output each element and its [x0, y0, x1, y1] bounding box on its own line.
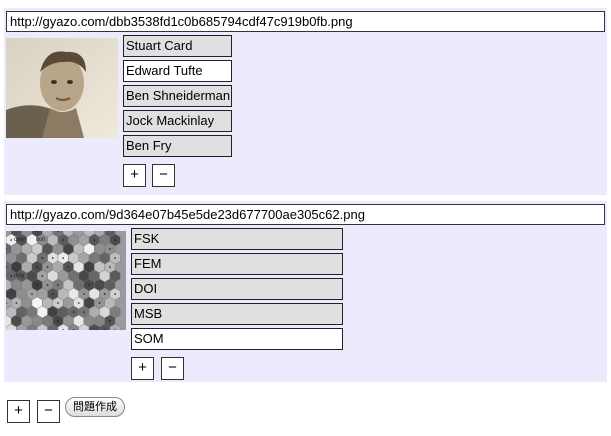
list-item[interactable]: FSK [131, 228, 343, 250]
remove-item-button[interactable]: − [161, 357, 184, 380]
list-item[interactable]: Ben Shneiderman [123, 85, 232, 107]
list-item[interactable]: SOM [131, 328, 343, 350]
list-item[interactable]: DOI [131, 278, 343, 300]
thumb-label: dog [14, 273, 25, 279]
thumb-label: cow [14, 237, 25, 243]
remove-item-button[interactable]: − [152, 164, 175, 187]
question-block-1: http://gyazo.com/dbb3538fd1c0b685794cdf4… [4, 8, 607, 195]
som-map-image: cow lion dog [6, 231, 126, 330]
thumb-label: lion [36, 237, 46, 243]
list-item[interactable]: Ben Fry [123, 135, 232, 157]
portrait-image [6, 38, 118, 138]
question-block-2: http://gyazo.com/9d364e07b45e5de23d67770… [4, 201, 607, 382]
add-item-button[interactable]: + [131, 357, 154, 380]
add-question-button[interactable]: + [7, 400, 30, 423]
list-item[interactable]: MSB [131, 303, 343, 325]
list-item[interactable]: Stuart Card [123, 35, 232, 57]
list-item[interactable]: Jock Mackinlay [123, 110, 232, 132]
list-item[interactable]: FEM [131, 253, 343, 275]
image-url-field[interactable]: http://gyazo.com/dbb3538fd1c0b685794cdf4… [6, 11, 605, 32]
image-url-field[interactable]: http://gyazo.com/9d364e07b45e5de23d67770… [6, 204, 605, 225]
add-item-button[interactable]: + [123, 164, 146, 187]
list-item[interactable]: Edward Tufte [123, 60, 232, 82]
create-quiz-button[interactable]: 問題作成 [65, 397, 125, 417]
remove-question-button[interactable]: − [37, 400, 60, 423]
